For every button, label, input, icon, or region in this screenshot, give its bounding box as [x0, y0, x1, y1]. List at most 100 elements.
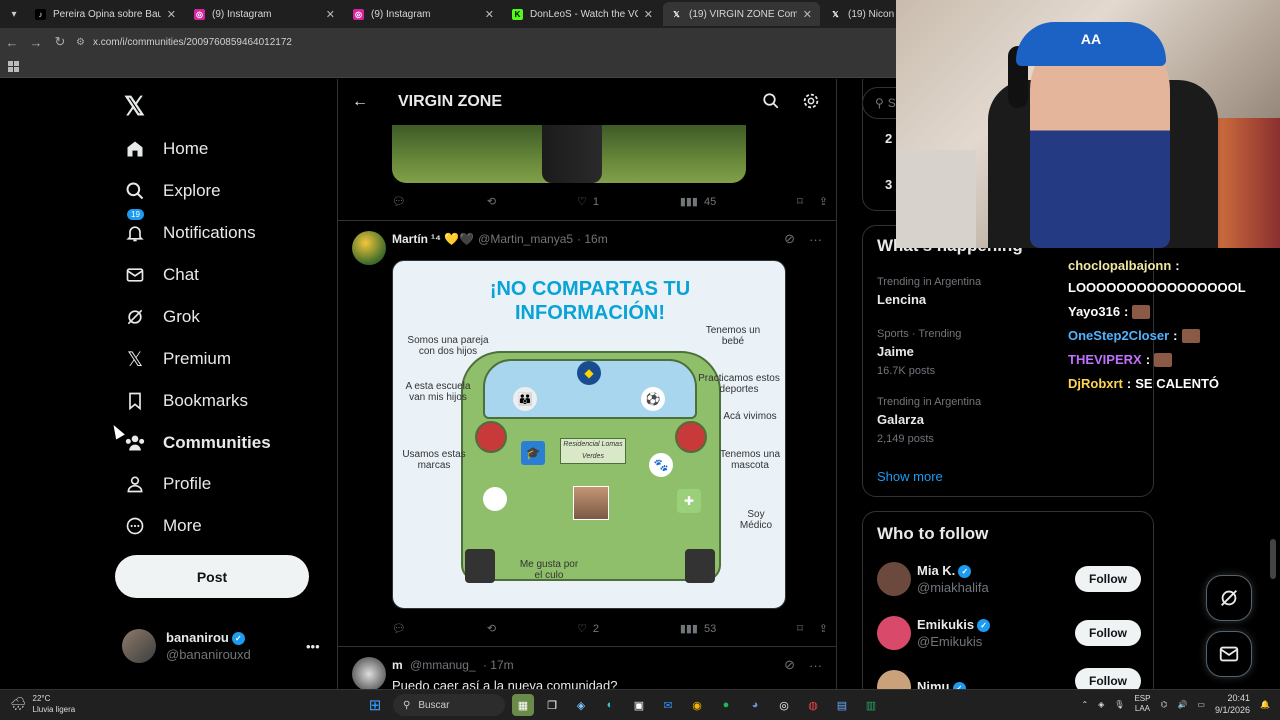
nav-item-notifications[interactable]: 19 Notifications: [124, 208, 256, 251]
follow-suggestion[interactable]: Mia K. ✓ @miakhalifa Follow: [877, 562, 1141, 596]
task-view-icon[interactable]: ❐: [541, 694, 563, 716]
nav-item-more[interactable]: More: [124, 508, 202, 544]
share-icon[interactable]: ⇪: [819, 195, 828, 208]
nav-item-bookmarks[interactable]: Bookmarks: [124, 383, 248, 419]
views-button[interactable]: ▮▮▮ 53: [680, 622, 716, 636]
follow-suggestion[interactable]: Nimu ✓ Follow: [877, 668, 1141, 689]
close-tab-icon[interactable]: ✕: [326, 8, 335, 21]
windows-start-icon[interactable]: ⊞: [364, 694, 386, 716]
edge-icon[interactable]: ◐: [599, 694, 621, 716]
back-arrow-icon[interactable]: ←: [0, 35, 24, 50]
nav-item-grok[interactable]: Grok: [124, 299, 200, 335]
browser-tab[interactable]: K DonLeoS - Watch the VOD on K ✕: [504, 2, 661, 26]
bookmark-icon[interactable]: ⌑: [797, 195, 803, 208]
tray-app-icon[interactable]: ◈: [1098, 700, 1104, 709]
post-button[interactable]: Post: [115, 555, 309, 598]
more-dots-icon[interactable]: ···: [809, 232, 822, 247]
tab-search-dropdown-icon[interactable]: ▾: [3, 3, 25, 25]
chrome-icon[interactable]: ◉: [686, 694, 708, 716]
scrollbar-thumb[interactable]: [1270, 539, 1276, 579]
search-icon[interactable]: [762, 92, 780, 115]
network-icon[interactable]: ⌬: [1160, 700, 1167, 709]
apps-grid-icon[interactable]: [8, 61, 19, 72]
store-icon[interactable]: ▣: [628, 694, 650, 716]
nav-item-premium[interactable]: 𝕏 Premium: [124, 341, 231, 377]
chevron-up-icon[interactable]: ⌃: [1081, 700, 1088, 709]
app-icon[interactable]: ◍: [802, 694, 824, 716]
url-field[interactable]: ⚙ x.com/i/communities/200976085946401217…: [76, 37, 292, 48]
grok-icon[interactable]: ⊘: [784, 657, 795, 673]
nav-item-home[interactable]: Home: [124, 131, 208, 167]
back-arrow-icon[interactable]: ←: [352, 93, 374, 111]
views-button[interactable]: ▮▮▮ 45: [680, 195, 716, 209]
browser-tab[interactable]: 𝕏 (19) Niconitroso: [822, 2, 902, 26]
tweet-author-name[interactable]: Martín: [392, 232, 428, 246]
close-tab-icon[interactable]: ✕: [485, 8, 494, 21]
account-switcher[interactable]: bananirou ✓ @bananirouxd •••: [122, 629, 322, 663]
browser-tab-active[interactable]: 𝕏 (19) VIRGIN ZONE Community / ✕: [663, 2, 820, 26]
notepad-icon[interactable]: ▤: [831, 694, 853, 716]
follow-suggestion[interactable]: Emikukis ✓ @Emikukis Follow: [877, 616, 1141, 650]
repost-icon[interactable]: ⟲: [487, 195, 496, 208]
settings-gear-icon[interactable]: [802, 92, 820, 115]
repost-icon[interactable]: ⟲: [487, 622, 496, 635]
more-dots-icon[interactable]: ···: [809, 658, 822, 673]
follow-button[interactable]: Follow: [1075, 620, 1141, 646]
messages-fab-button[interactable]: [1206, 631, 1252, 677]
follow-button[interactable]: Follow: [1075, 668, 1141, 689]
x-logo-icon[interactable]: 𝕏: [124, 91, 145, 122]
language-indicator[interactable]: ESP LAA: [1134, 694, 1150, 714]
avatar[interactable]: [352, 231, 386, 265]
browser-tab[interactable]: ♪ Pereira Opina sobre Bauleti en T ✕: [27, 2, 184, 26]
widgets-icon[interactable]: ▦: [512, 694, 534, 716]
weather-widget[interactable]: 🌧 22°C Lluvia ligera: [10, 693, 75, 715]
browser-tab[interactable]: ◎ (9) Instagram ✕: [345, 2, 502, 26]
nav-item-chat[interactable]: Chat: [124, 257, 199, 293]
reply-icon[interactable]: 💬︎: [392, 195, 406, 208]
obs-icon[interactable]: ◎: [773, 694, 795, 716]
like-button[interactable]: ♡ 1: [577, 195, 599, 209]
discord-icon[interactable]: ◕: [744, 694, 766, 716]
forward-arrow-icon[interactable]: →: [24, 35, 48, 50]
trend-item[interactable]: Trending in Argentina Galarza 2,149 post…: [877, 396, 981, 445]
bookmark-icon[interactable]: ⌑: [797, 622, 803, 635]
copilot-icon[interactable]: ◈: [570, 694, 592, 716]
like-button[interactable]: ♡ 2: [577, 622, 599, 636]
tweet-timestamp[interactable]: · 17m: [483, 658, 514, 672]
grok-icon[interactable]: ⊘: [784, 231, 795, 247]
share-icon[interactable]: ⇪: [819, 622, 828, 635]
excel-icon[interactable]: ▥: [860, 694, 882, 716]
site-info-icon[interactable]: ⚙: [76, 37, 85, 48]
trend-item[interactable]: Sports · Trending Jaime 16.7K posts: [877, 328, 961, 377]
follow-button[interactable]: Follow: [1075, 566, 1141, 592]
spotify-icon[interactable]: ●: [715, 694, 737, 716]
reload-icon[interactable]: ↻: [48, 34, 72, 50]
tweet-image[interactable]: ¡NO COMPARTAS TU INFORMACIÓN! Residencial…: [392, 260, 786, 609]
close-tab-icon[interactable]: ✕: [167, 8, 176, 21]
taskbar-search[interactable]: ⚲ Buscar: [393, 694, 505, 716]
close-tab-icon[interactable]: ✕: [803, 8, 812, 21]
more-dots-icon[interactable]: •••: [306, 639, 320, 654]
volume-icon[interactable]: 🔊: [1177, 700, 1187, 709]
browser-tab[interactable]: ◎ (9) Instagram ✕: [186, 2, 343, 26]
tweet-timestamp[interactable]: · 16m: [577, 232, 608, 246]
grok-fab-button[interactable]: [1206, 575, 1252, 621]
tweet-author-handle[interactable]: @Martin_manya5: [478, 232, 573, 246]
battery-icon[interactable]: ▭: [1197, 700, 1205, 709]
close-tab-icon[interactable]: ✕: [644, 8, 653, 21]
reply-icon[interactable]: 💬︎: [392, 622, 406, 635]
tweet-author-name[interactable]: m: [392, 658, 403, 672]
tweet-author-handle[interactable]: @mmanug_: [410, 658, 476, 672]
avatar[interactable]: [352, 657, 386, 689]
microphone-icon[interactable]: 🎙: [1114, 700, 1124, 709]
previous-post-media[interactable]: [392, 125, 746, 183]
trend-item[interactable]: Trending in Argentina Lencina: [877, 276, 981, 307]
nav-item-profile[interactable]: Profile: [124, 466, 211, 502]
nav-item-communities[interactable]: Communities: [124, 425, 271, 461]
outlook-icon[interactable]: ✉: [657, 694, 679, 716]
notifications-bell-icon[interactable]: 🔔: [1260, 700, 1270, 709]
tweet[interactable]: m @mmanug_ · 17m Puedo caer así a la nue…: [392, 658, 618, 689]
nav-item-explore[interactable]: Explore: [124, 173, 221, 209]
clock[interactable]: 20:41 9/1/2026: [1215, 692, 1250, 716]
show-more-link[interactable]: Show more: [877, 469, 943, 484]
